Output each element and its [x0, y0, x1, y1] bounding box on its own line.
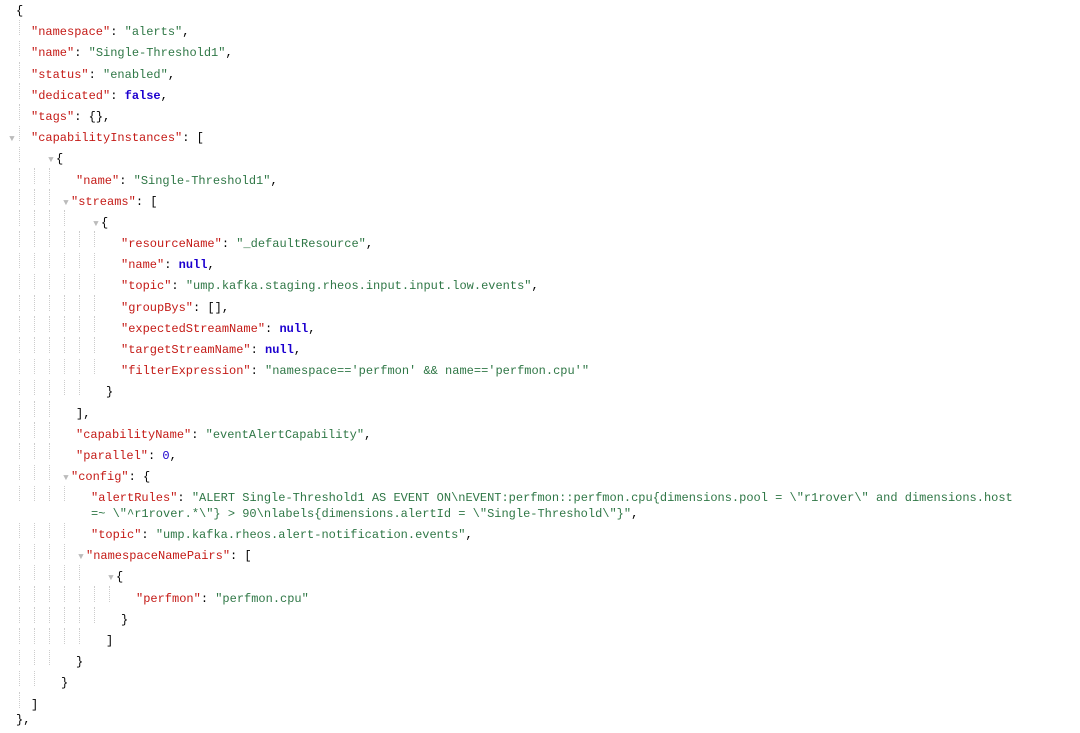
json-line: "name": "Single-Threshold1", [8, 41, 1072, 62]
json-empty-object: {} [89, 110, 103, 124]
json-string: "perfmon.cpu" [215, 592, 309, 606]
json-line: "namespace": "alerts", [8, 20, 1072, 41]
json-key: "name" [31, 46, 74, 60]
json-line: "name": null, [8, 253, 1072, 274]
json-line: "groupBys": [], [8, 295, 1072, 316]
json-line: "tags": {}, [8, 104, 1072, 125]
json-key: "filterExpression" [121, 364, 251, 378]
json-key: "alertRules" [91, 491, 177, 505]
json-key: "config" [71, 470, 129, 484]
json-string: "enabled" [103, 68, 168, 82]
json-string: "ump.kafka.staging.rheos.input.input.low… [186, 279, 532, 293]
json-line: { [8, 4, 1072, 20]
json-key: "topic" [121, 279, 171, 293]
json-string: "Single-Threshold1" [134, 174, 271, 188]
json-null: null [265, 343, 294, 357]
json-line: "topic": "ump.kafka.staging.rheos.input.… [8, 274, 1072, 295]
fold-gutter[interactable]: ▼ [8, 134, 16, 146]
json-string: "namespace=='perfmon' && name=='perfmon.… [265, 364, 589, 378]
json-string: "alerts" [125, 25, 183, 39]
json-key: "expectedStreamName" [121, 322, 265, 336]
json-line: "name": "Single-Threshold1", [8, 168, 1072, 189]
json-line: ] [8, 628, 1072, 649]
chevron-down-icon[interactable]: ▼ [61, 473, 71, 485]
json-line: ] [8, 692, 1072, 713]
json-line: } [8, 650, 1072, 671]
json-key: "topic" [91, 528, 141, 542]
json-line: ▼ "namespaceNamePairs": [ [8, 544, 1072, 565]
json-line: "capabilityName": "eventAlertCapability"… [8, 422, 1072, 443]
chevron-down-icon[interactable]: ▼ [91, 219, 101, 231]
json-line: ], [8, 401, 1072, 422]
json-line: } [8, 671, 1072, 692]
json-line: }, [8, 713, 1072, 729]
json-null: null [279, 322, 308, 336]
json-line: "parallel": 0, [8, 443, 1072, 464]
json-line: "dedicated": false, [8, 83, 1072, 104]
json-string: "eventAlertCapability" [206, 428, 364, 442]
json-line: ▼ "config": { [8, 465, 1072, 486]
chevron-down-icon[interactable]: ▼ [46, 155, 56, 167]
json-key: "capabilityInstances" [31, 131, 182, 145]
json-key: "tags" [31, 110, 74, 124]
json-key: "dedicated" [31, 89, 110, 103]
json-string: "_defaultResource" [236, 237, 366, 251]
json-null: null [179, 258, 208, 272]
json-line: ▼ { [8, 210, 1072, 231]
json-line: } [8, 380, 1072, 401]
json-key: "streams" [71, 195, 136, 209]
json-line: "alertRules": "ALERT Single-Threshold1 A… [8, 486, 1072, 523]
chevron-down-icon[interactable]: ▼ [8, 134, 16, 146]
json-bool: false [125, 89, 161, 103]
json-key: "namespaceNamePairs" [86, 549, 230, 563]
json-string: "Single-Threshold1" [89, 46, 226, 60]
json-line: "perfmon": "perfmon.cpu" [8, 586, 1072, 607]
json-line: ▼ "streams": [ [8, 189, 1072, 210]
json-line: "targetStreamName": null, [8, 337, 1072, 358]
json-line: } [8, 607, 1072, 628]
json-number: 0 [162, 449, 169, 463]
json-string: "ump.kafka.rheos.alert-notification.even… [156, 528, 466, 542]
chevron-down-icon[interactable]: ▼ [106, 573, 116, 585]
json-key: "capabilityName" [76, 428, 191, 442]
json-line: "resourceName": "_defaultResource", [8, 231, 1072, 252]
json-line: ▼ { [8, 147, 1072, 168]
json-string: "ALERT Single-Threshold1 AS EVENT ON\nEV… [91, 491, 1013, 521]
json-key: "perfmon" [136, 592, 201, 606]
json-key: "status" [31, 68, 89, 82]
json-key: "groupBys" [121, 301, 193, 315]
json-line: ▼ "capabilityInstances": [ [8, 126, 1072, 147]
json-key: "name" [76, 174, 119, 188]
json-line: ▼ { [8, 565, 1072, 586]
chevron-down-icon[interactable]: ▼ [76, 552, 86, 564]
json-key: "parallel" [76, 449, 148, 463]
json-line: "expectedStreamName": null, [8, 316, 1072, 337]
chevron-down-icon[interactable]: ▼ [61, 198, 71, 210]
json-empty-array: [] [207, 301, 221, 315]
json-line: "filterExpression": "namespace=='perfmon… [8, 359, 1072, 380]
json-key: "resourceName" [121, 237, 222, 251]
json-line: "status": "enabled", [8, 62, 1072, 83]
json-key: "namespace" [31, 25, 110, 39]
json-key: "name" [121, 258, 164, 272]
json-key: "targetStreamName" [121, 343, 251, 357]
